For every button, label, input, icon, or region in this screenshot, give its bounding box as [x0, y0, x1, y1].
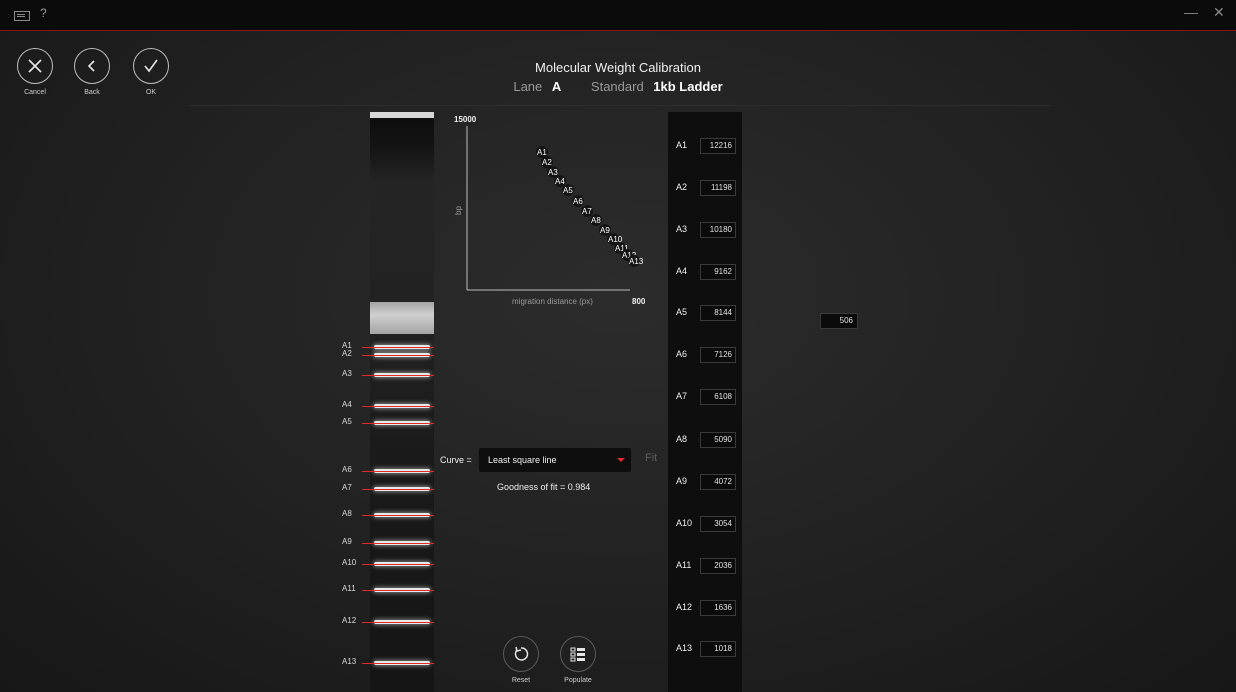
- plot-point-label: A3: [548, 168, 558, 177]
- reset-label: Reset: [511, 677, 531, 684]
- x-axis-label: migration distance (px): [512, 297, 593, 306]
- band-marker-line[interactable]: [362, 406, 434, 407]
- gel-compressed-bands: [370, 302, 434, 334]
- plot-point-label: A1: [537, 148, 547, 157]
- goodness-of-fit: Goodness of fit = 0.984: [497, 482, 591, 492]
- plot-points: A1A2A3A4A5A6A7A8A9A10A11A12A13: [536, 146, 644, 267]
- band-marker-label: A2: [342, 349, 352, 358]
- band-marker-line[interactable]: [362, 543, 434, 544]
- close-window-button[interactable]: ✕: [1213, 4, 1225, 21]
- band-marker-line[interactable]: [362, 423, 434, 424]
- header-divider: [190, 105, 1050, 106]
- reset-icon: [503, 636, 539, 672]
- band-marker-line[interactable]: [362, 355, 434, 356]
- band-marker-label: A4: [342, 400, 352, 409]
- band-bp-input[interactable]: 5090: [700, 432, 736, 448]
- populate-button[interactable]: Populate: [548, 636, 608, 684]
- band-marker-label: A7: [342, 483, 352, 492]
- curve-dropdown[interactable]: Least square line: [479, 448, 631, 472]
- band-bp-input[interactable]: 3054: [700, 516, 736, 532]
- lane-value: A: [551, 79, 562, 94]
- band-bp-input[interactable]: 10180: [700, 222, 736, 238]
- band-bp-input[interactable]: 7126: [700, 347, 736, 363]
- gel-well: [370, 112, 434, 118]
- band-marker-label: A3: [342, 369, 352, 378]
- band-marker-line[interactable]: [362, 590, 434, 591]
- band-marker-line[interactable]: [362, 489, 434, 490]
- minimize-button[interactable]: —: [1184, 4, 1198, 20]
- band-marker-label: A11: [342, 584, 356, 593]
- plot-point-label: A6: [573, 197, 583, 206]
- band-marker-line[interactable]: [362, 471, 434, 472]
- keyboard-icon[interactable]: [14, 11, 30, 21]
- band-marker-label: A6: [342, 465, 352, 474]
- y-axis-label: bp: [454, 206, 463, 215]
- band-marker-line[interactable]: [362, 663, 434, 664]
- band-marker-line[interactable]: [362, 347, 434, 348]
- band-marker-label: A13: [342, 657, 357, 666]
- band-row-label: A5: [676, 307, 688, 317]
- y-max-label: 15000: [454, 115, 477, 124]
- band-marker-line[interactable]: [362, 515, 434, 516]
- band-row-label: A9: [676, 476, 688, 486]
- band-row-label: A11: [676, 560, 692, 570]
- band-row-label: A7: [676, 391, 688, 401]
- plot-point-label: A2: [542, 158, 552, 167]
- band-marker-line[interactable]: [362, 564, 434, 565]
- band-marker-label: A8: [342, 509, 352, 518]
- band-row-label: A1: [676, 140, 688, 150]
- band-bp-input[interactable]: 4072: [700, 474, 736, 490]
- plot-point-label: A13: [629, 257, 644, 266]
- band-bp-input[interactable]: 6108: [700, 389, 736, 405]
- plot-point-label: A5: [563, 186, 573, 195]
- calibration-plot: 15000 bp migration distance (px) 800 A1A…: [454, 115, 646, 306]
- curve-label: Curve =: [440, 455, 472, 465]
- band-bp-input[interactable]: 8144: [700, 305, 736, 321]
- populate-list-icon: [560, 636, 596, 672]
- dropdown-arrow-icon: [617, 458, 625, 462]
- title-bar: ? — ✕: [0, 0, 1236, 31]
- band-row-label: A4: [676, 266, 688, 276]
- band-marker-label: A10: [342, 558, 357, 567]
- plot-point-label: A8: [591, 216, 601, 225]
- band-marker-label: A5: [342, 417, 352, 426]
- band-row-label: A3: [676, 224, 688, 234]
- band-row-label: A10: [676, 518, 693, 528]
- lane-label: Lane: [513, 79, 543, 94]
- band-row-label: A6: [676, 349, 688, 359]
- band-bp-input[interactable]: 11198: [700, 180, 736, 196]
- extra-value-field[interactable]: 506: [820, 313, 858, 329]
- fit-button[interactable]: Fit: [645, 452, 657, 464]
- x-max-label: 800: [632, 297, 646, 306]
- page-title: Molecular Weight Calibration: [535, 60, 701, 75]
- populate-label: Populate: [564, 677, 592, 684]
- band-marker-line[interactable]: [362, 622, 434, 623]
- gel-lane-image: [370, 112, 434, 692]
- band-row-label: A8: [676, 434, 688, 444]
- help-button[interactable]: ?: [40, 6, 47, 20]
- band-bp-input[interactable]: 2036: [700, 558, 736, 574]
- band-bp-input[interactable]: 9162: [700, 264, 736, 280]
- band-bp-input[interactable]: 1018: [700, 641, 736, 657]
- band-row-label: A13: [676, 643, 693, 653]
- band-row-label: A12: [676, 602, 693, 612]
- reset-button[interactable]: Reset: [491, 636, 551, 684]
- plot-point-label: A7: [582, 207, 592, 216]
- band-marker-label: A9: [342, 537, 352, 546]
- standard-value: 1kb Ladder: [653, 79, 723, 94]
- band-bp-input[interactable]: 1636: [700, 600, 736, 616]
- standard-label: Standard: [590, 79, 644, 94]
- band-marker-line[interactable]: [362, 375, 434, 376]
- plot-point-label: A4: [555, 177, 565, 186]
- plot-point-label: A9: [600, 226, 610, 235]
- band-bp-input[interactable]: 12216: [700, 138, 736, 154]
- band-marker-label: A12: [342, 616, 357, 625]
- lane-standard-line: Lane A Standard 1kb Ladder: [0, 79, 1236, 94]
- band-row-label: A2: [676, 182, 688, 192]
- curve-selected-value: Least square line: [488, 455, 557, 465]
